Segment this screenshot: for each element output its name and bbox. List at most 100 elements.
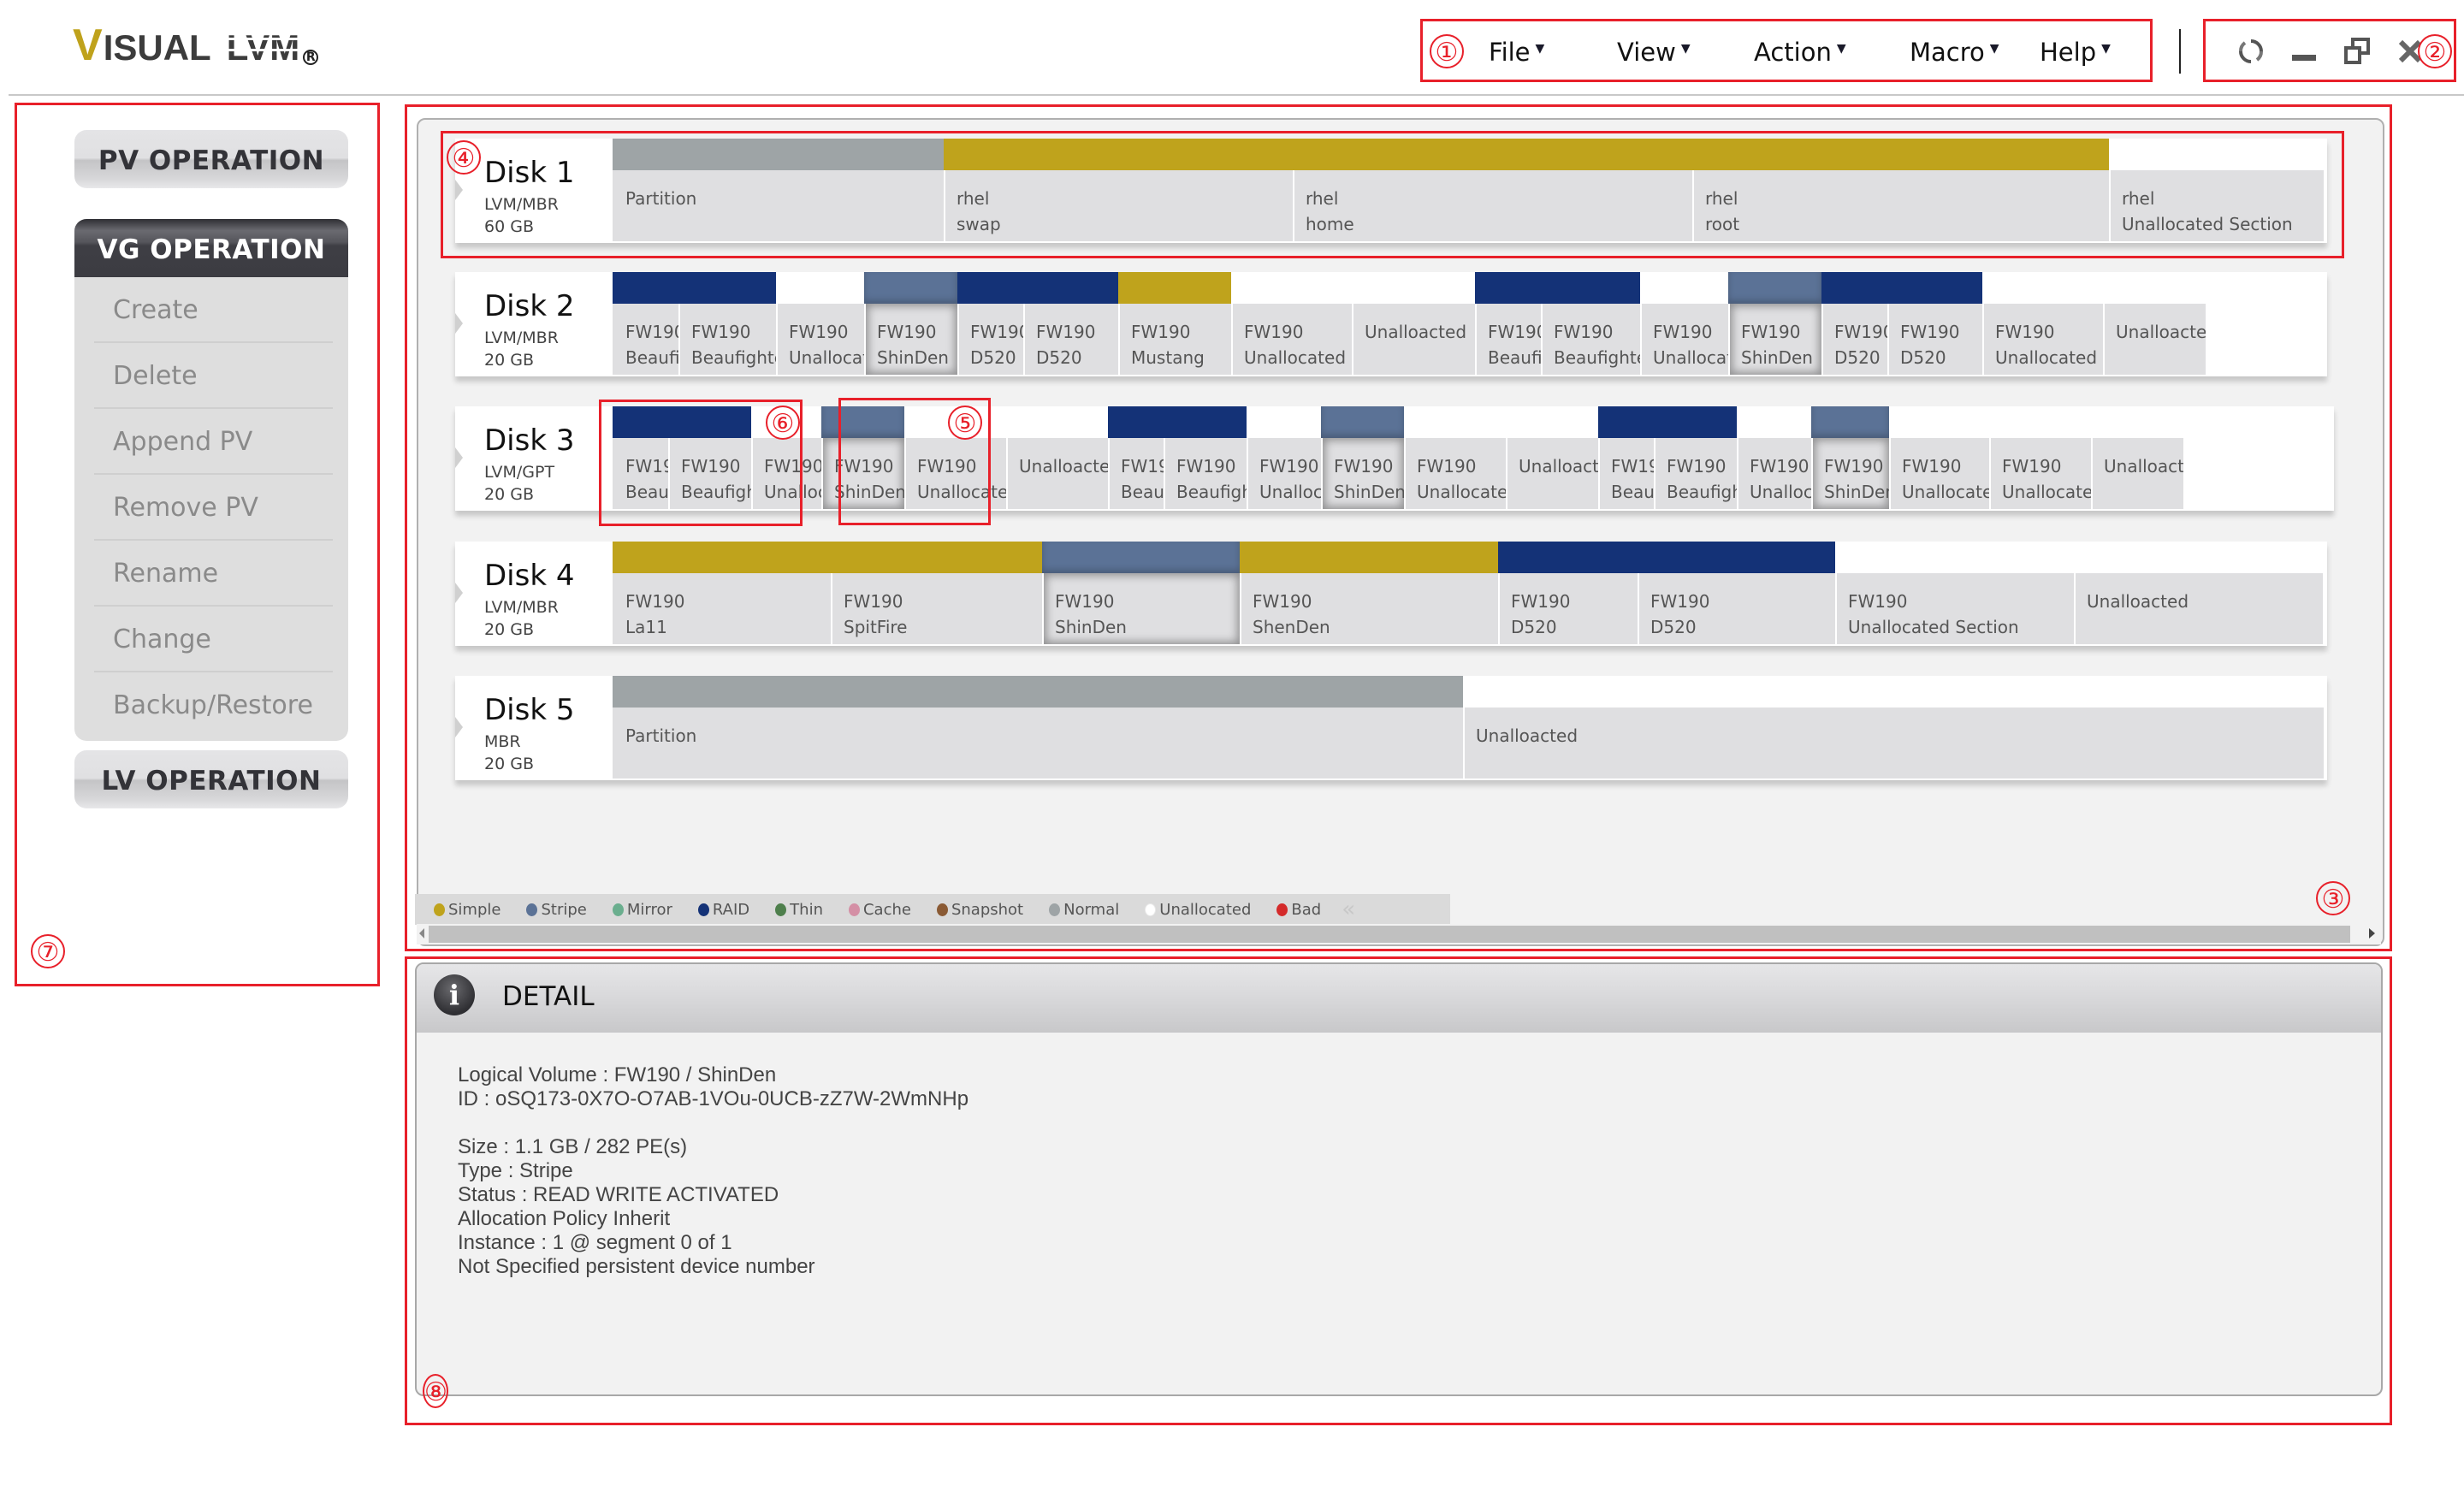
segment-raid[interactable]: FW190 Beaufighter	[1598, 406, 1654, 511]
disk-row[interactable]: Disk 1 LVM/MBR 60 GB Partition rhel swap rhel h…	[455, 139, 2327, 243]
pv-operation-button[interactable]: PV OPERATION	[74, 130, 348, 188]
scrollbar-thumb[interactable]	[429, 926, 2350, 943]
segment-unallocated[interactable]: Unalloacted	[2074, 542, 2323, 646]
segment-unallocated[interactable]: FW190 Unallocated Section	[776, 272, 864, 376]
disk-row[interactable]: Disk 4 LVM/MBR 20 GB FW190 La11 FW190 SpitFire…	[455, 542, 2327, 646]
disk-row[interactable]: Disk 2 LVM/MBR 20 GB FW190 Beaufighter FW190 B…	[455, 272, 2327, 376]
detail-type: Type : Stripe	[458, 1159, 573, 1182]
segment-raid[interactable]: FW190 Beaufighter	[613, 272, 678, 376]
segment-normal[interactable]: Partition	[613, 139, 944, 243]
segment-simple[interactable]: rhel swap	[944, 139, 1293, 243]
vg-create-item[interactable]: Create	[94, 277, 333, 343]
detail-allocation-policy: Allocation Policy Inherit	[458, 1207, 671, 1230]
segment-unallocated[interactable]: rhel Unallocated Section	[2109, 139, 2324, 243]
segment-unallocated[interactable]: FW190 Unallocated Section	[1889, 406, 1989, 511]
segment-raid[interactable]: FW190 Beaufighter	[1541, 272, 1640, 376]
segment-raid[interactable]: FW190 Beaufighter	[1475, 272, 1541, 376]
segment-vg-label: Partition	[625, 725, 697, 746]
disk-expand-arrow-icon[interactable]	[455, 583, 463, 603]
segment-lv-label: D520	[1650, 617, 1697, 637]
segment-stripe[interactable]: FW190 ShinDen	[864, 272, 957, 376]
detail-logical-volume: Logical Volume : FW190 / ShinDen	[458, 1063, 777, 1086]
horizontal-scrollbar[interactable]	[417, 924, 2381, 944]
vg-rename-item[interactable]: Rename	[94, 541, 333, 607]
disk-label[interactable]: Disk 5 MBR 20 GB	[455, 676, 613, 780]
legend-label: Normal	[1063, 900, 1120, 919]
vg-delete-item[interactable]: Delete	[94, 343, 333, 409]
segment-vg-label: FW190	[1176, 456, 1236, 477]
vg-backup-restore-item[interactable]: Backup/Restore	[94, 672, 333, 738]
menu-help[interactable]: Help ▼	[2040, 38, 2111, 67]
vg-operation-button[interactable]: VG OPERATION	[74, 219, 348, 277]
scroll-right-arrow-icon[interactable]	[2369, 928, 2375, 938]
segment-simple[interactable]: FW190 SpitFire	[831, 542, 1042, 646]
segment-lv-label: Unallocated Section	[917, 482, 1006, 502]
legend-collapse-icon[interactable]: «	[1342, 897, 1355, 922]
segment-raid[interactable]: FW190 Beaufighter	[1164, 406, 1247, 511]
segment-unallocated[interactable]: FW190 Unallocated Section	[1835, 542, 2074, 646]
segment-vg-label: FW190	[917, 456, 977, 477]
segment-vg-label: FW190	[1834, 322, 1887, 342]
segment-simple[interactable]: FW190 La11	[613, 542, 831, 646]
segment-stripe[interactable]: FW190 ShinDen	[821, 406, 904, 511]
segment-unallocated[interactable]: FW190 Unallocated Section	[1231, 272, 1352, 376]
disk-expand-arrow-icon[interactable]	[455, 717, 463, 737]
segment-unallocated[interactable]: Unalloacted	[1006, 406, 1108, 511]
segment-unallocated[interactable]: FW190 Unallocated Section	[1982, 272, 2103, 376]
menu-view[interactable]: View ▼	[1617, 38, 1754, 67]
segment-lv-label: Unallocated Section	[1259, 482, 1321, 502]
segment-unallocated[interactable]: FW190 Unallocated Section	[1640, 272, 1728, 376]
segment-simple[interactable]: FW190 ShenDen	[1240, 542, 1498, 646]
segment-lv-label: Mustang	[1131, 347, 1205, 368]
segment-simple[interactable]: rhel home	[1293, 139, 1692, 243]
segment-vg-label: FW190	[1741, 322, 1801, 342]
menu-file[interactable]: File ▼	[1489, 38, 1617, 67]
disk-row[interactable]: Disk 5 MBR 20 GB Partition Unalloacted	[455, 676, 2327, 780]
vg-remove-pv-item[interactable]: Remove PV	[94, 475, 333, 541]
disk-row[interactable]: Disk 3 LVM/GPT 20 GB FW190 Beaufighter FW190 B…	[455, 406, 2334, 511]
segment-simple[interactable]: FW190 Mustang	[1118, 272, 1231, 376]
segment-simple[interactable]: rhel root	[1692, 139, 2109, 243]
segment-raid[interactable]: FW190 Beaufighter	[613, 406, 668, 511]
segment-unallocated[interactable]: FW190 Unallocated Section	[1737, 406, 1811, 511]
segment-raid[interactable]: FW190 D520	[1638, 542, 1835, 646]
segment-unallocated[interactable]: Unalloacted	[1463, 676, 2324, 780]
vg-append-pv-item[interactable]: Append PV	[94, 409, 333, 475]
segment-unallocated[interactable]: Unalloacted	[2103, 272, 2206, 376]
segment-stripe[interactable]: FW190 ShinDen	[1811, 406, 1889, 511]
disk-expand-arrow-icon[interactable]	[455, 447, 463, 468]
segment-unallocated[interactable]: FW190 Unallocated Section	[1404, 406, 1506, 511]
menu-macro[interactable]: Macro ▼	[1910, 38, 2040, 67]
segment-stripe[interactable]: FW190 ShinDen	[1321, 406, 1404, 511]
segment-raid[interactable]: FW190 D520	[1498, 542, 1638, 646]
scroll-left-arrow-icon[interactable]	[419, 928, 424, 938]
vg-change-item[interactable]: Change	[94, 607, 333, 672]
minimize-button[interactable]	[2277, 33, 2331, 70]
disk-expand-arrow-icon[interactable]	[455, 180, 463, 200]
segment-unallocated[interactable]: FW190 Unallocated Section	[1247, 406, 1321, 511]
segment-stripe[interactable]: FW190 ShinDen	[1042, 542, 1240, 646]
segment-unallocated[interactable]: Unalloacted	[1352, 272, 1475, 376]
segment-unallocated[interactable]: Unalloacted	[2091, 406, 2183, 511]
disk-label[interactable]: Disk 3 LVM/GPT 20 GB	[455, 406, 613, 511]
disk-expand-arrow-icon[interactable]	[455, 313, 463, 334]
segment-raid[interactable]: FW190 Beaufighter	[668, 406, 751, 511]
segment-raid[interactable]: FW190 D520	[957, 272, 1023, 376]
segment-unallocated[interactable]: Unalloacted	[1506, 406, 1598, 511]
segment-raid[interactable]: FW190 Beaufighter	[1108, 406, 1164, 511]
segment-raid[interactable]: FW190 D520	[1821, 272, 1887, 376]
segment-raid[interactable]: FW190 D520	[1023, 272, 1118, 376]
segment-vg-label: FW190	[764, 456, 821, 477]
segment-normal[interactable]: Partition	[613, 676, 1463, 780]
refresh-button[interactable]	[2224, 33, 2277, 70]
lv-operation-button[interactable]: LV OPERATION	[74, 750, 348, 808]
segment-unallocated[interactable]: FW190 Unallocated Section	[1989, 406, 2091, 511]
segment-raid[interactable]: FW190 Beaufighter	[678, 272, 776, 376]
menu-action[interactable]: Action ▼	[1754, 38, 1910, 67]
restore-button[interactable]	[2331, 33, 2384, 70]
segment-raid[interactable]: FW190 D520	[1887, 272, 1982, 376]
segment-stripe[interactable]: FW190 ShinDen	[1728, 272, 1821, 376]
disk-label[interactable]: Disk 2 LVM/MBR 20 GB	[455, 272, 613, 376]
segment-raid[interactable]: FW190 Beaufighter	[1654, 406, 1737, 511]
disk-label[interactable]: Disk 4 LVM/MBR 20 GB	[455, 542, 613, 646]
